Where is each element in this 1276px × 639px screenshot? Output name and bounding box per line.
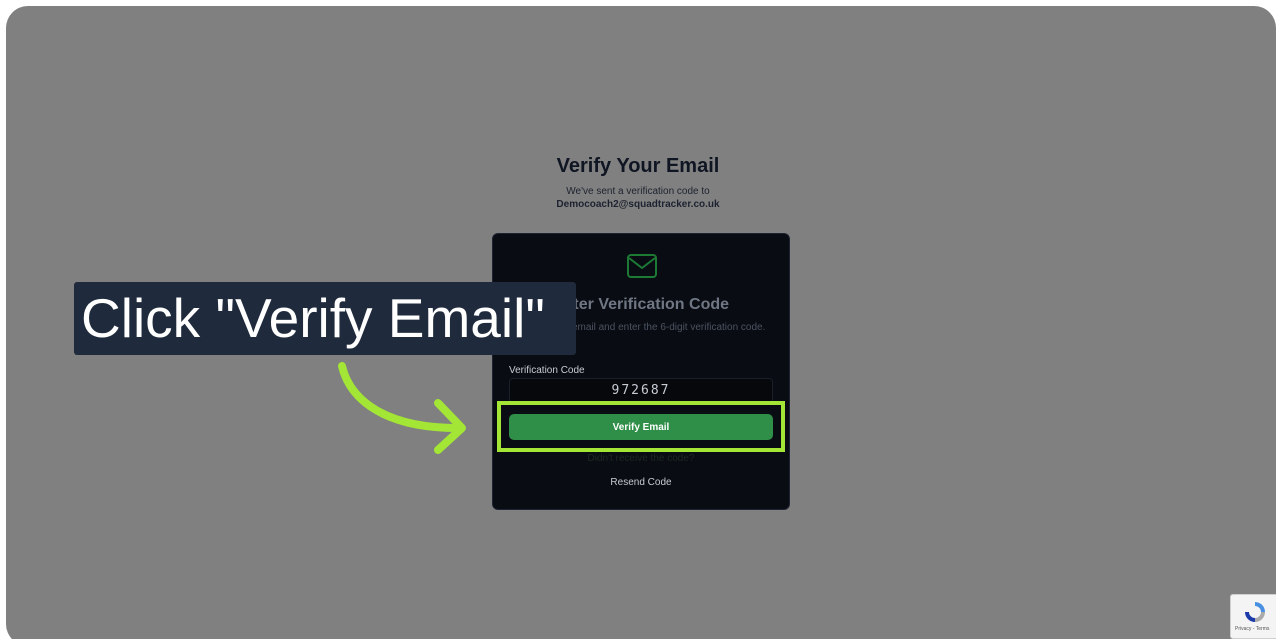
recipient-email: Democoach2@squadtracker.co.uk [556,199,720,210]
recaptcha-links[interactable]: Privacy - Terms [1235,626,1269,632]
highlight-box [497,401,785,452]
resend-prompt: Didn't receive the code? [587,453,695,464]
curved-arrow-icon [338,362,466,454]
verification-code-label: Verification Code [509,365,585,376]
resend-code-link[interactable]: Resend Code [493,477,789,488]
recaptcha-badge[interactable]: Privacy - Terms [1230,594,1276,639]
instruction-callout: Click "Verify Email" [74,282,576,355]
page-title: Verify Your Email [556,155,720,177]
verification-code-input[interactable] [509,378,773,403]
verification-card: Enter Verification Code Check your email… [492,233,790,510]
recaptcha-icon [1245,602,1265,622]
mail-icon [627,254,657,278]
page-subtitle: We've sent a verification code to [566,186,710,197]
